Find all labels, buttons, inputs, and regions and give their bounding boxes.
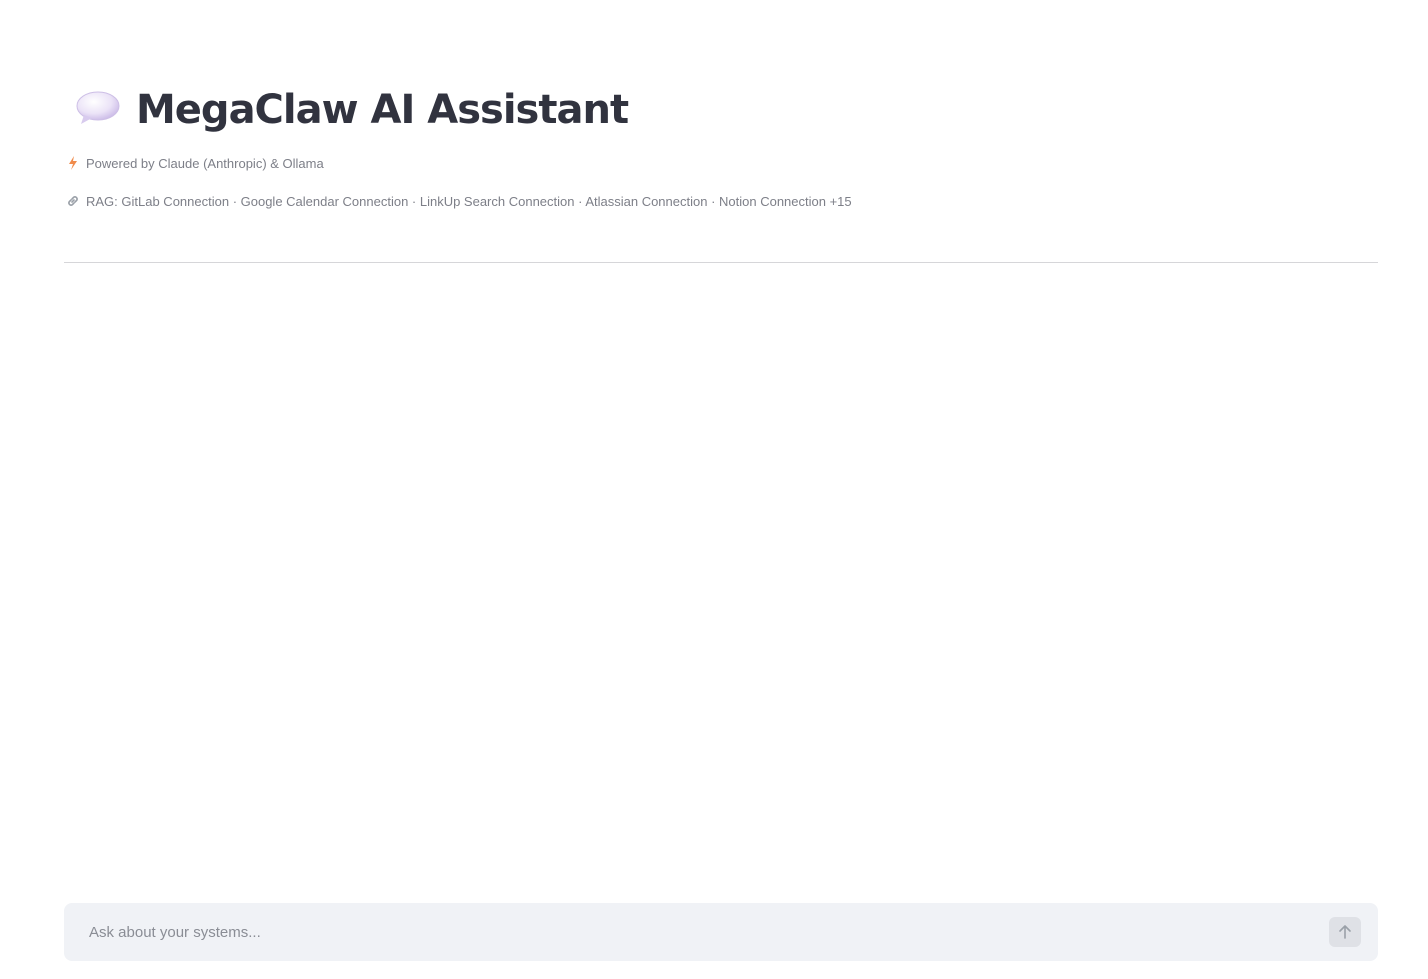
chat-input[interactable] [64, 903, 1304, 961]
divider [64, 262, 1378, 263]
link-icon [64, 192, 82, 210]
chat-input-container [64, 903, 1378, 961]
send-button[interactable] [1329, 917, 1361, 947]
speech-balloon-icon [72, 90, 124, 130]
powered-by-caption: Powered by Claude (Anthropic) & Ollama [64, 154, 324, 172]
title-row: MegaClaw AI Assistant [64, 84, 629, 136]
app-page: MegaClaw AI Assistant Powered by Claude … [0, 0, 1428, 979]
page-title: MegaClaw AI Assistant [136, 87, 629, 133]
lightning-icon [64, 154, 82, 172]
powered-by-text: Powered by Claude (Anthropic) & Ollama [86, 155, 324, 171]
arrow-up-icon [1338, 924, 1352, 940]
rag-connections-caption: RAG: GitLab Connection · Google Calendar… [64, 192, 852, 210]
rag-connections-text: RAG: GitLab Connection · Google Calendar… [86, 193, 852, 209]
